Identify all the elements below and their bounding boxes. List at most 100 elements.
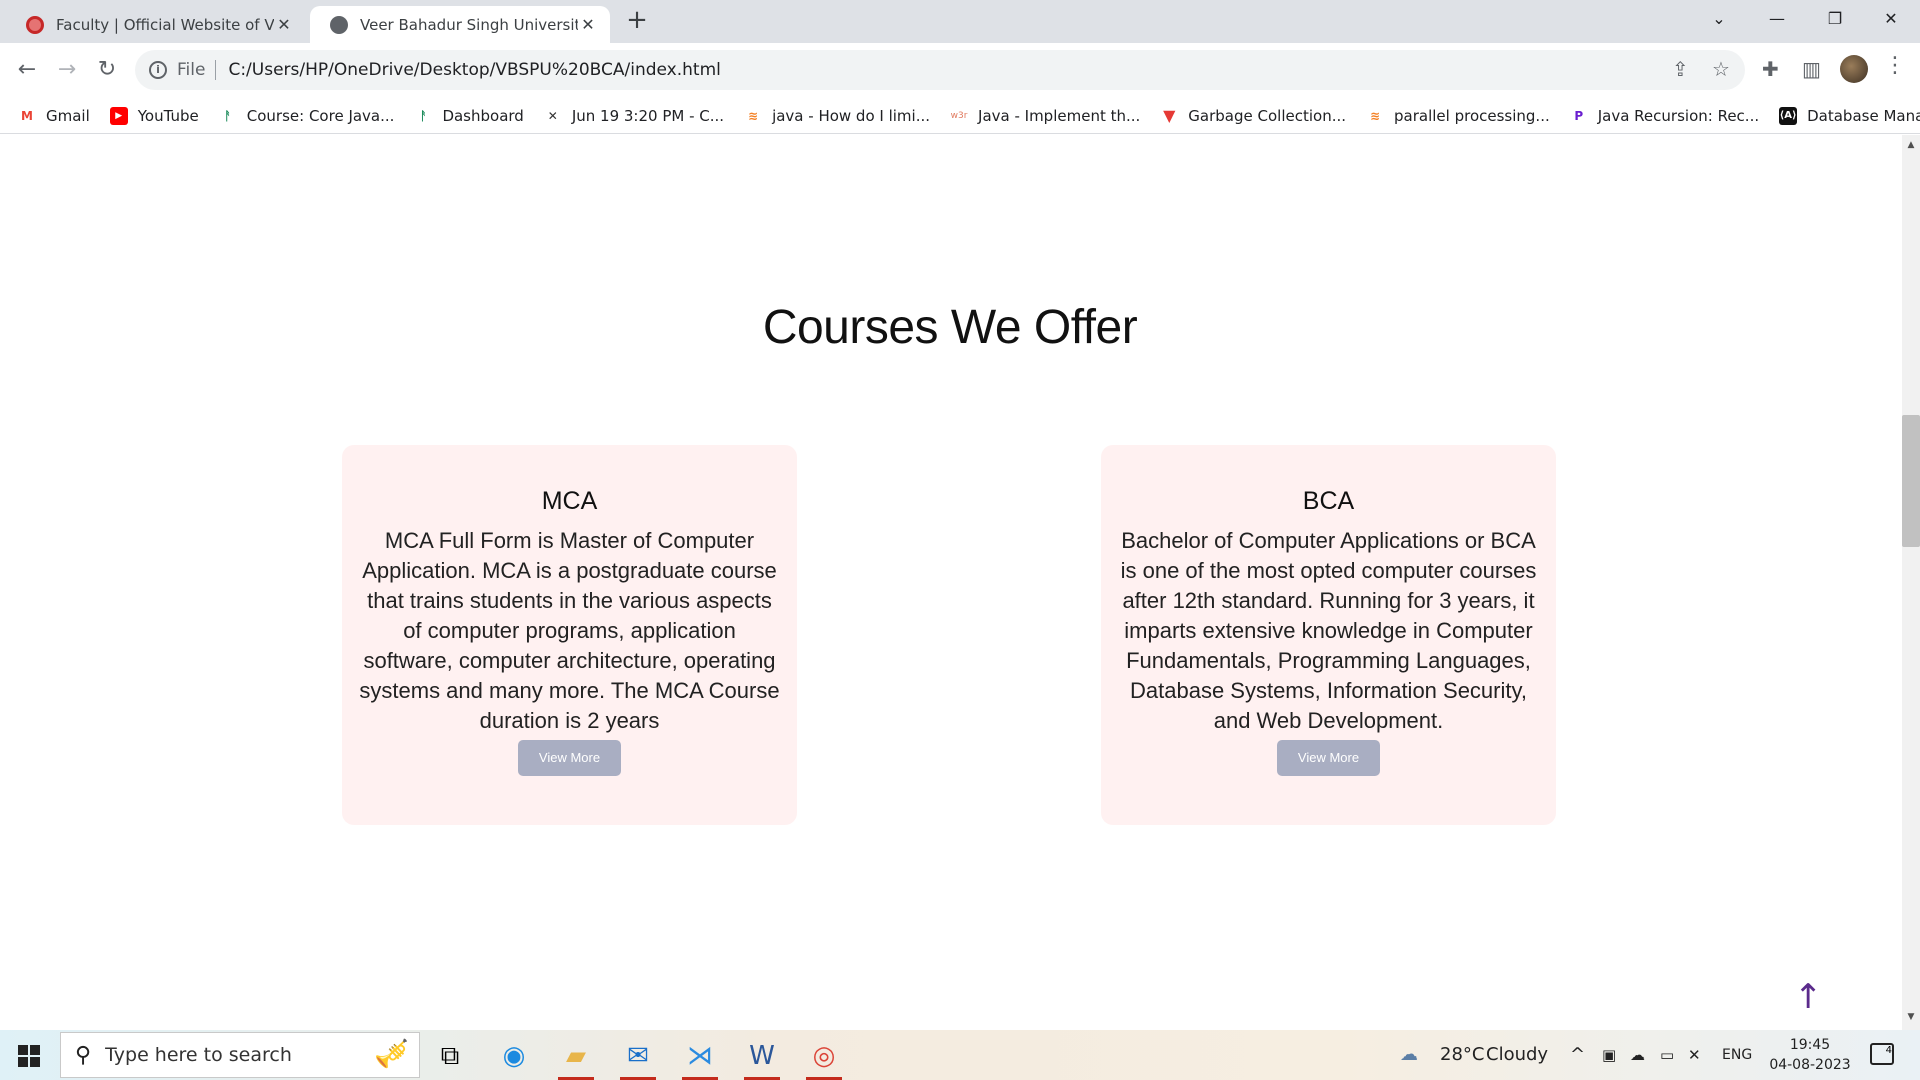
side-panel-icon[interactable]: ▥ <box>1802 57 1821 81</box>
battery-icon[interactable]: ▭ <box>1660 1030 1674 1080</box>
scroll-down-icon[interactable]: ▼ <box>1904 1012 1918 1022</box>
restore-button[interactable]: ❐ <box>1806 0 1864 40</box>
bookmark-gmail[interactable]: M Gmail <box>18 107 90 125</box>
bookmark-label: parallel processing... <box>1394 106 1550 125</box>
view-more-button[interactable]: View More <box>1277 740 1380 776</box>
globe-icon <box>330 15 348 34</box>
db-icon: ⟨A⟩ <box>1779 106 1798 125</box>
bookmark-dashboard[interactable]: ᚨ Dashboard <box>414 106 524 125</box>
close-window-button[interactable]: ✕ <box>1862 0 1920 40</box>
search-icon: ⚲ <box>75 1042 92 1068</box>
chrome-icon[interactable]: ◎ <box>798 1035 850 1080</box>
weather-temp[interactable]: 28°C <box>1440 1030 1484 1080</box>
vscode-icon[interactable]: ⋊ <box>674 1035 726 1080</box>
search-placeholder: Type here to search <box>105 1044 292 1066</box>
p-icon: P <box>1574 108 1584 123</box>
notification-count: 4 <box>1885 1045 1892 1056</box>
calendar-icon: ✕ <box>547 108 558 123</box>
garbage-icon: ▼ <box>1163 105 1176 125</box>
scrollbar-track[interactable] <box>1902 135 1920 1030</box>
scrollbar-thumb[interactable] <box>1902 415 1920 547</box>
edge-icon[interactable]: ◉ <box>488 1035 540 1077</box>
bookmark-youtube[interactable]: ▶ YouTube <box>109 106 199 125</box>
tab-search-icon[interactable]: ⌄ <box>1690 0 1748 40</box>
weather-icon[interactable]: ☁ <box>1400 1030 1418 1080</box>
notification-icon[interactable]: 4 <box>1870 1043 1894 1065</box>
bookmark-label: Garbage Collection... <box>1188 106 1347 125</box>
system-clock[interactable]: 19:45 04-08-2023 <box>1764 1035 1856 1075</box>
extensions-icon[interactable]: ✚ <box>1762 57 1779 81</box>
volume-muted-icon[interactable]: ✕ <box>1688 1030 1701 1080</box>
section-title: Courses We Offer <box>762 301 1138 354</box>
bookmark-label: java - How do I limi... <box>772 106 931 125</box>
meet-now-icon[interactable]: ▣ <box>1602 1030 1616 1080</box>
taskbar: ⚲ Type here to search 🎺 ⧉ ◉ ▰ ✉ ⋊ W ◎ ☁ … <box>0 1030 1920 1080</box>
taskbar-search-input[interactable]: ⚲ Type here to search 🎺 <box>60 1032 420 1078</box>
bookmark-label: YouTube <box>137 106 199 125</box>
bookmark-label: Java - Implement th... <box>978 106 1141 125</box>
course-description: Bachelor of Computer Applications or BCA… <box>1120 528 1537 733</box>
tab-title: Faculty | Official Website of Veer Bahad… <box>56 15 274 34</box>
scheme-label: File <box>177 60 206 80</box>
back-arrow-icon[interactable]: ← <box>12 55 42 85</box>
weather-condition[interactable]: Cloudy <box>1486 1030 1548 1080</box>
file-explorer-icon[interactable]: ▰ <box>550 1035 602 1080</box>
browser-toolbar: ← → ↻ i File C:/Users/HP/OneDrive/Deskto… <box>0 43 1920 98</box>
course-description: MCA Full Form is Master of Computer Appl… <box>359 528 780 733</box>
url-text[interactable]: C:/Users/HP/OneDrive/Desktop/VBSPU%20BCA… <box>228 60 720 80</box>
gmail-icon: M <box>21 108 33 123</box>
bookmark-label: Dashboard <box>442 106 524 125</box>
tab-faculty[interactable]: Faculty | Official Website of Veer Bahad… <box>6 6 306 43</box>
share-icon[interactable]: ⇪ <box>1672 57 1689 81</box>
menu-icon[interactable]: ⋮ <box>1884 53 1906 78</box>
arrow-up-icon[interactable]: ↑ <box>1794 980 1823 1014</box>
course-title: BCA <box>1302 487 1355 515</box>
bookmark-stackoverflow-1[interactable]: ≋ java - How do I limi... <box>744 107 930 125</box>
w3r-icon: w3r <box>950 110 968 121</box>
new-tab-button[interactable]: + <box>622 6 652 36</box>
address-bar[interactable]: i File C:/Users/HP/OneDrive/Desktop/VBSP… <box>135 50 1745 90</box>
stackoverflow-icon: ≋ <box>748 108 759 123</box>
forward-arrow-icon[interactable]: → <box>52 55 82 85</box>
close-icon[interactable]: ✕ <box>274 15 294 34</box>
windows-start-icon[interactable] <box>18 1045 40 1067</box>
star-icon[interactable]: ☆ <box>1712 57 1730 81</box>
bookmark-course[interactable]: ᚨ Course: Core Java... <box>219 106 395 125</box>
clock-time: 19:45 <box>1789 1037 1831 1053</box>
course-card-bca: BCA Bachelor of Computer Applications or… <box>1101 445 1556 825</box>
mail-icon[interactable]: ✉ <box>612 1035 664 1080</box>
close-icon[interactable]: ✕ <box>578 15 598 34</box>
bookmark-label: Course: Core Java... <box>246 106 395 125</box>
bookmark-calendar[interactable]: ✕ Jun 19 3:20 PM - C... <box>544 107 724 125</box>
bookmark-database[interactable]: ⟨A⟩ Database Manage... <box>1779 106 1920 125</box>
reload-icon[interactable]: ↻ <box>92 55 122 85</box>
university-logo-icon <box>26 15 44 34</box>
chevron-up-icon[interactable]: ^ <box>1570 1030 1585 1080</box>
course-card-mca: MCA MCA Full Form is Master of Computer … <box>342 445 797 825</box>
tab-vbspu[interactable]: Veer Bahadur Singh University,Jaunpur ✕ <box>310 6 610 43</box>
clock-date: 04-08-2023 <box>1769 1057 1851 1073</box>
onedrive-icon[interactable]: ☁ <box>1630 1030 1645 1080</box>
course-title: MCA <box>541 487 598 515</box>
stackoverflow-icon: ≋ <box>1369 108 1381 123</box>
scroll-up-icon[interactable]: ▲ <box>1904 140 1918 150</box>
tab-title: Veer Bahadur Singh University,Jaunpur <box>360 15 578 34</box>
language-indicator[interactable]: ENG <box>1722 1030 1752 1080</box>
bookmark-recursion[interactable]: P Java Recursion: Rec... <box>1570 107 1759 125</box>
info-icon[interactable]: i <box>149 61 167 79</box>
dashboard-icon: ᚨ <box>419 108 428 123</box>
bookmarks-bar: M Gmail ▶ YouTube ᚨ Course: Core Java...… <box>0 98 1920 134</box>
minimize-button[interactable]: — <box>1748 0 1806 40</box>
bookmark-garbage[interactable]: ▼ Garbage Collection... <box>1160 105 1347 125</box>
bookmark-label: Java Recursion: Rec... <box>1597 106 1760 125</box>
task-view-icon[interactable]: ⧉ <box>424 1035 476 1077</box>
page-viewport <box>0 135 1902 1030</box>
bookmark-stackoverflow-2[interactable]: ≋ parallel processing... <box>1366 107 1550 125</box>
avatar[interactable] <box>1840 55 1868 83</box>
bookmark-w3r[interactable]: w3r Java - Implement th... <box>950 106 1141 125</box>
trumpet-icon: 🎺 <box>374 1037 409 1070</box>
youtube-icon: ▶ <box>109 106 128 125</box>
word-icon[interactable]: W <box>736 1035 788 1080</box>
course-icon: ᚨ <box>224 108 232 123</box>
view-more-button[interactable]: View More <box>518 740 621 776</box>
